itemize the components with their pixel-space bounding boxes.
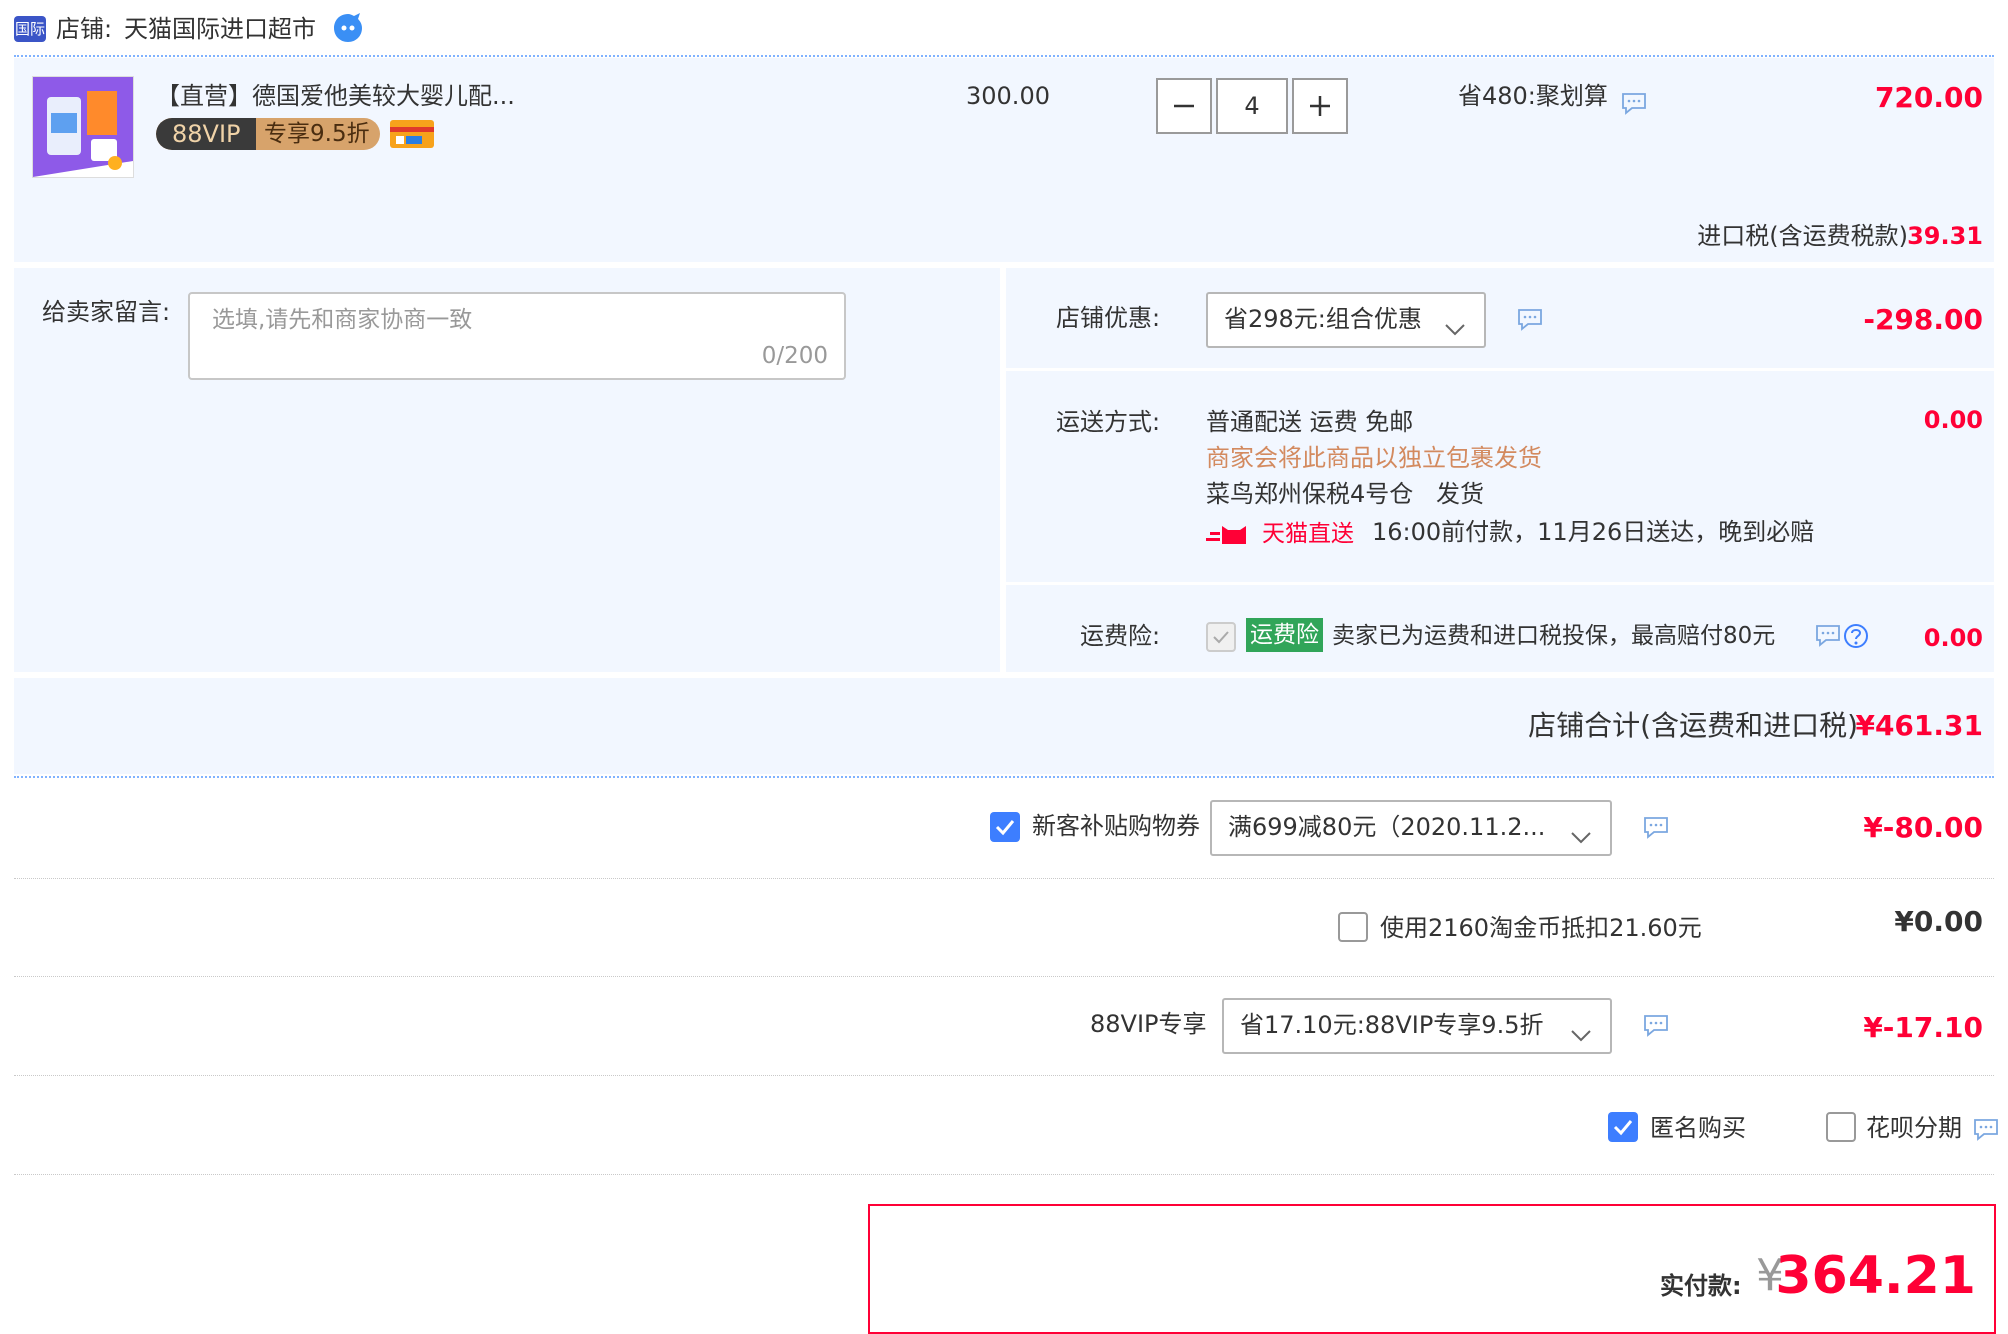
vip-discount-label: 专享9.5折 — [264, 121, 370, 147]
insurance-checkbox — [1206, 622, 1236, 652]
panel-separator — [14, 672, 1994, 678]
row-divider — [14, 976, 1994, 977]
shop-discount-chat-icon[interactable] — [1516, 308, 1544, 336]
shop-discount-select[interactable]: 省298元:组合优惠 — [1206, 292, 1486, 348]
message-textarea[interactable]: 选填,请先和商家协商一致 0/200 — [188, 292, 846, 380]
shipping-notice: 商家会将此商品以独立包裹发货 — [1206, 444, 1542, 472]
coupon-label: 新客补贴购物券 — [1032, 812, 1200, 840]
shipping-ship-word: 发货 — [1436, 480, 1484, 508]
row-divider — [14, 1075, 1994, 1076]
wangwang-chat-icon[interactable] — [330, 10, 366, 50]
shipping-warehouse: 菜鸟郑州保税4号仓 — [1206, 480, 1414, 508]
pay-amount: 364.21 — [1775, 1246, 1976, 1306]
vip-discount-select[interactable]: 省17.10元:88VIP专享9.5折 — [1222, 998, 1612, 1054]
product-thumbnail[interactable] — [32, 76, 134, 178]
quantity-input[interactable]: 4 — [1216, 78, 1288, 134]
insurance-chat-icon[interactable] — [1814, 624, 1842, 652]
installment-checkbox[interactable] — [1826, 1112, 1856, 1142]
coins-checkbox[interactable] — [1338, 912, 1368, 942]
insurance-desc: 卖家已为运费和进口税投保，最高赔付80元 — [1332, 623, 1776, 649]
shipping-method: 普通配送 运费 免邮 — [1206, 408, 1414, 436]
installment-label: 花呗分期 — [1866, 1114, 1962, 1142]
unit-price: 300.00 — [966, 82, 1050, 110]
coins-label: 使用2160淘金币抵扣21.60元 — [1380, 914, 1702, 942]
message-label: 给卖家留言: — [42, 298, 171, 326]
tmall-direct-label: 天猫直送 — [1262, 521, 1354, 547]
panel-separator — [1006, 582, 1994, 585]
vip-badge: 88VIP 专享9.5折 — [156, 118, 380, 150]
help-question-icon[interactable] — [1842, 622, 1870, 654]
coins-amount: ¥0.00 — [1894, 905, 1983, 938]
anonymous-checkbox[interactable] — [1608, 1112, 1638, 1142]
pay-label: 实付款: — [1660, 1272, 1742, 1300]
coupon-select[interactable]: 满699减80元（2020.11.2... — [1210, 800, 1612, 856]
insurance-label: 运费险: — [1080, 622, 1161, 650]
promo-chat-icon[interactable] — [1620, 92, 1648, 120]
delivery-promise: 16:00前付款，11月26日送达，晚到必赔 — [1372, 518, 1815, 546]
row-divider — [14, 878, 1994, 879]
promo-label: 省480:聚划算 — [1458, 82, 1608, 110]
tmall-global-badge: 国际 — [14, 16, 46, 42]
shop-total-value: ¥461.31 — [1855, 709, 1983, 742]
item-total: 720.00 — [1874, 81, 1983, 114]
import-tax-label: 进口税(含运费税款) — [1697, 222, 1908, 250]
panel-separator — [1006, 368, 1994, 371]
coupon-amount: ¥-80.00 — [1863, 811, 1983, 844]
shop-discount-label: 店铺优惠: — [1056, 304, 1161, 332]
installment-chat-icon[interactable] — [1972, 1118, 2000, 1146]
message-placeholder: 选填,请先和商家协商一致 — [212, 307, 473, 333]
insurance-tag: 运费险 — [1246, 618, 1323, 652]
shipping-label: 运送方式: — [1056, 408, 1161, 436]
shop-name[interactable]: 天猫国际进口超市 — [124, 13, 316, 45]
panel-separator — [1000, 268, 1006, 672]
shipping-amount: 0.00 — [1923, 406, 1983, 434]
vip-discount-amount: ¥-17.10 — [1863, 1011, 1983, 1044]
header-divider — [14, 55, 1994, 57]
anonymous-label: 匿名购买 — [1650, 1114, 1746, 1142]
import-tax-value: 39.31 — [1907, 222, 1983, 250]
credit-card-icon — [388, 118, 436, 154]
message-counter: 0/200 — [761, 343, 828, 369]
shop-discount-amount: -298.00 — [1863, 303, 1983, 336]
chevron-down-icon — [1444, 308, 1466, 346]
row-divider — [14, 1174, 1994, 1175]
chevron-down-icon — [1570, 1014, 1592, 1052]
quantity-plus-button[interactable] — [1292, 78, 1348, 134]
vip-chat-icon[interactable] — [1642, 1014, 1670, 1042]
vip-exclusive-label: 88VIP专享 — [1090, 1010, 1207, 1038]
product-title[interactable]: 【直营】德国爱他美较大婴儿配... — [156, 80, 515, 112]
payment-summary-box: 实付款: ¥ 364.21 — [868, 1204, 1996, 1334]
coupon-checkbox[interactable] — [990, 812, 1020, 842]
tmall-direct-icon — [1206, 520, 1262, 552]
coupon-chat-icon[interactable] — [1642, 816, 1670, 844]
chevron-down-icon — [1570, 816, 1592, 854]
vip-badge-label: 88VIP — [172, 120, 241, 148]
shop-label: 店铺: — [56, 15, 113, 43]
quantity-minus-button[interactable] — [1156, 78, 1212, 134]
panel-bottom-divider — [14, 776, 1994, 778]
shop-total-label: 店铺合计(含运费和进口税) — [1528, 709, 1858, 742]
insurance-amount: 0.00 — [1923, 624, 1983, 652]
